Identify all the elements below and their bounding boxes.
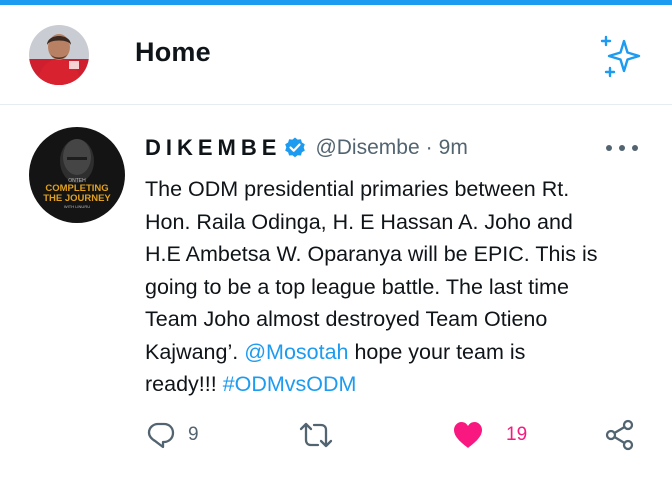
tweet-body-line: The ODM presidential primaries between R… <box>145 177 570 201</box>
tweet-body-line: Kajwang’. @Mosotah hope your team is <box>145 336 645 369</box>
more-dot <box>632 145 638 151</box>
retweet-icon <box>299 422 333 448</box>
like-count: 19 <box>506 424 528 445</box>
avatar-text-4: WITH LINURU <box>64 204 90 209</box>
tweet-body-text: hope your team is <box>348 339 526 364</box>
tweet-body: The ODM presidential primaries between R… <box>145 173 645 401</box>
author-handle[interactable]: @Disembe <box>315 136 419 160</box>
tweet-body-line: H.E Ambetsa W. Oparanya will be EPIC. Th… <box>145 242 598 266</box>
tweet-body-line: Hon. Raila Odinga, H. E Hassan A. Joho a… <box>145 209 573 234</box>
tweet-body-text: Kajwang’. <box>145 339 245 364</box>
page-title: Home <box>135 37 211 67</box>
tweet-card[interactable]: ONTEH COMPLETING THE JOURNEY WITH LINURU… <box>0 105 672 488</box>
mention-link[interactable]: @Mosotah <box>244 340 348 364</box>
author-name[interactable]: DIKEMBE <box>145 135 281 161</box>
like-button[interactable]: 19 <box>452 415 527 455</box>
reply-icon <box>147 422 175 449</box>
share-icon <box>605 419 634 451</box>
share-button[interactable] <box>604 415 636 455</box>
more-dot <box>606 145 612 151</box>
retweet-button[interactable] <box>298 415 334 455</box>
more-icon[interactable] <box>606 141 638 155</box>
hashtag-link[interactable]: #ODMvsODM <box>223 372 357 396</box>
tweet-body-line: going to be a top league battle. The las… <box>145 274 569 299</box>
reply-count: 9 <box>188 424 199 445</box>
tweet-body-text: ready!!! <box>145 372 223 396</box>
verified-badge-icon <box>285 137 306 158</box>
tweet-meta: DIKEMBE @Disembe · 9m <box>145 131 468 165</box>
tweet-body-line: ready!!! #ODMvsODM <box>145 368 645 401</box>
profile-avatar[interactable] <box>29 25 89 85</box>
tweet-actions: 9 19 <box>0 415 672 455</box>
reply-button[interactable]: 9 <box>146 415 199 455</box>
timeline-header: Home <box>0 5 672 104</box>
sparkle-icon[interactable] <box>597 35 641 79</box>
avatar-text-3: THE JOURNEY <box>43 193 111 204</box>
tweet-body-line: Team Joho almost destroyed Team Otieno <box>145 307 548 331</box>
author-avatar[interactable]: ONTEH COMPLETING THE JOURNEY WITH LINURU <box>29 127 125 223</box>
meta-separator: · <box>425 136 433 159</box>
heart-icon <box>454 422 482 448</box>
tweet-timestamp[interactable]: 9m <box>439 136 468 160</box>
more-dot <box>619 145 625 151</box>
